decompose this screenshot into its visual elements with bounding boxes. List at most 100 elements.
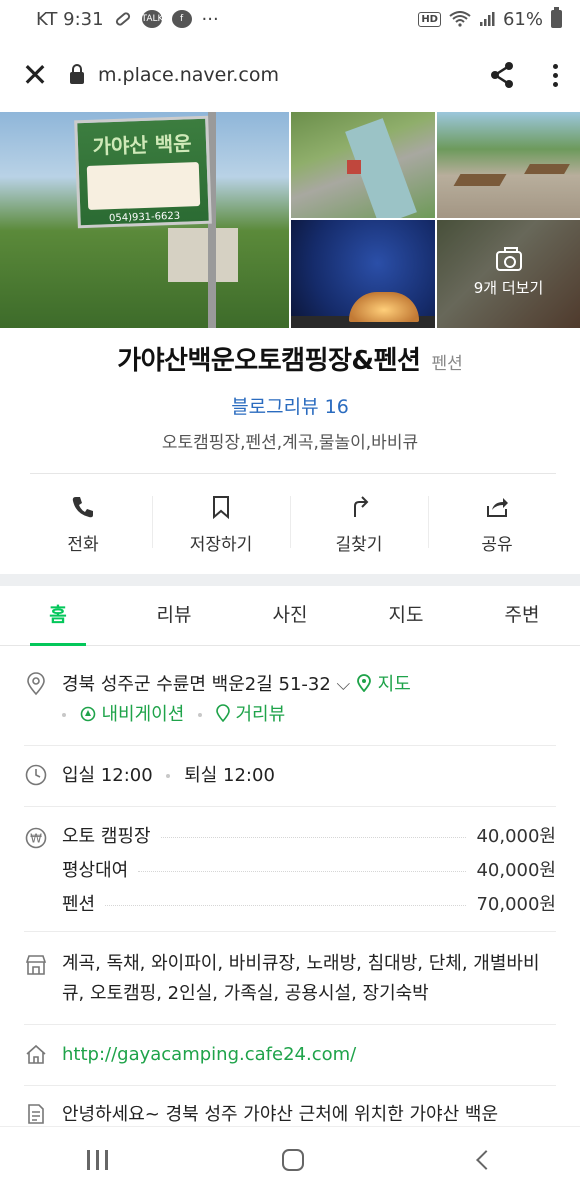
back-icon[interactable] [475,1149,496,1170]
more-menu-icon[interactable] [530,63,580,87]
navigation-label: 내비게이션 [101,704,185,725]
bullet-dot [198,713,203,717]
bookmark-icon [213,495,229,519]
hd-icon: HD [418,11,441,27]
home-icon [26,1044,46,1064]
divider [24,1085,556,1086]
tab-photos[interactable]: 사진 [232,586,348,645]
signboard: 가야산 백운 054)931-6623 [74,115,212,229]
price-value: 40,000원 [476,860,556,881]
recent-apps-icon[interactable] [87,1149,109,1170]
section-spacer [0,574,580,586]
action-bar: 전화 저장하기 길찾기 공유 [14,484,566,564]
checkin-time: 입실 12:00 [62,765,153,786]
photo-tent-night[interactable] [291,220,435,328]
location-pin-icon [27,672,45,696]
place-category: 펜션 [431,354,463,374]
status-bar: KT 9:31 TALK f ··· HD 61% [0,0,580,38]
divider [24,931,556,932]
navigation-link[interactable]: 내비게이션 [80,704,190,725]
home-button-icon[interactable] [282,1148,305,1171]
main-photo[interactable]: 가야산 백운 054)931-6623 [0,112,289,328]
divider [30,473,556,474]
place-title: 가야산백운오토캠핑장&펜션 펜션 [0,340,580,377]
price-item: 평상대여 40,000원 [62,854,556,888]
battery-percent: 61% [502,8,543,30]
directions-icon [354,495,369,517]
chevron-down-icon[interactable]: ⌵ [337,674,351,695]
divider [24,1024,556,1025]
share-label: 공유 [481,534,513,555]
address-row: 경북 성주군 수륜면 백운2길 51-32 ⌵ 지도 내비게이션 거리뷰 [24,670,556,730]
bullet-dot [62,713,66,717]
sign-title: 가야산 백운 [92,131,192,159]
price-name: 오토 캠핑장 [62,826,151,847]
more-photos-label: 9개 더보기 [473,278,544,297]
signal-icon [479,12,495,26]
phone-icon [72,496,93,517]
street-view-pin-icon [215,704,230,723]
dotted-leader [138,870,467,872]
sign-panel [86,162,201,210]
map-link[interactable]: 지도 [356,674,411,695]
photo-gallery: 가야산 백운 054)931-6623 9개 더보기 [0,112,580,328]
save-button[interactable]: 저장하기 [152,484,290,564]
battery-icon [551,7,562,28]
photo-campsite[interactable] [437,112,580,218]
directions-button[interactable]: 길찾기 [290,484,428,564]
website-row: http://gayacamping.cafe24.com/ [24,1040,556,1070]
tab-bar: 홈 리뷰 사진 지도 주변 [0,586,580,646]
blog-review-link[interactable]: 블로그리뷰 16 [0,392,580,419]
share-place-button[interactable]: 공유 [428,484,566,564]
tab-nearby[interactable]: 주변 [464,586,580,645]
tent-shape [349,292,419,322]
store-icon [25,955,47,975]
document-icon [28,1104,44,1124]
price-value: 40,000원 [476,826,556,847]
dotted-leader [160,836,467,838]
clock-icon [25,764,47,786]
carrier-time: KT 9:31 [36,8,104,30]
price-item: 오토 캠핑장 40,000원 [62,820,556,854]
hut-shape [347,160,361,174]
share-icon[interactable] [474,60,530,90]
camera-icon [495,246,522,271]
browser-toolbar: ✕ m.place.naver.com [0,38,580,112]
divider [24,745,556,746]
street-view-label: 거리뷰 [235,704,286,725]
call-button[interactable]: 전화 [14,484,152,564]
car-icon [80,706,96,722]
building-graphic [168,228,238,282]
share-icon [487,497,508,517]
photo-more[interactable]: 9개 더보기 [437,220,580,328]
website-link[interactable]: http://gayacamping.cafe24.com/ [62,1044,356,1065]
save-label: 저장하기 [189,534,253,555]
place-name: 가야산백운오토캠핑장&펜션 [117,346,421,376]
map-link-label: 지도 [377,674,411,695]
wifi-icon [449,11,471,27]
url-text[interactable]: m.place.naver.com [98,64,474,86]
price-name: 평상대여 [62,860,129,881]
photo-river[interactable] [291,112,435,218]
tab-home[interactable]: 홈 [0,586,116,646]
call-label: 전화 [67,534,99,555]
hours-row: 입실 12:00 퇴실 12:00 [24,761,556,791]
system-nav-bar [0,1126,580,1192]
price-item: 펜션 70,000원 [62,888,556,922]
svg-text:₩: ₩ [30,832,42,846]
tab-reviews[interactable]: 리뷰 [116,586,232,645]
won-icon: ₩ [25,827,47,849]
talk-icon: TALK [141,10,163,28]
lock-icon [70,64,84,84]
tab-map[interactable]: 지도 [348,586,464,645]
place-tags: 오토캠핑장,펜션,계곡,물놀이,바비큐 [161,433,419,453]
address-text: 경북 성주군 수륜면 백운2길 51-32 [62,674,331,695]
deck-shape [524,164,570,174]
price-value: 70,000원 [476,894,556,915]
pill-icon [115,12,130,26]
street-view-link[interactable]: 거리뷰 [215,704,286,725]
close-icon[interactable]: ✕ [0,56,70,94]
map-pin-icon [357,674,371,693]
facilities-row: 계곡, 독채, 와이파이, 바비큐장, 노래방, 침대방, 단체, 개별바비큐,… [24,949,556,1009]
facebook-icon: f [171,10,192,28]
